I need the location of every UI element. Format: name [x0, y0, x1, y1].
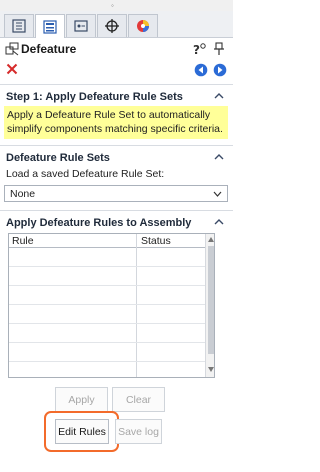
rules-grid[interactable]: Rule Status	[8, 233, 215, 378]
clear-button[interactable]: Clear	[112, 387, 165, 412]
table-row[interactable]	[9, 344, 205, 362]
section-title-step1: Step 1: Apply Defeature Rule Sets	[6, 91, 183, 103]
chevron-up-icon[interactable]	[214, 92, 224, 100]
panel-drag-handle[interactable]: ◦	[0, 0, 233, 11]
table-row[interactable]	[9, 325, 205, 343]
rule-set-dropdown[interactable]: None	[4, 185, 228, 202]
chevron-up-icon[interactable]	[214, 153, 224, 161]
svg-text:?: ?	[193, 43, 200, 56]
tab-property-manager[interactable]	[35, 14, 65, 38]
close-icon[interactable]	[6, 63, 18, 75]
scroll-down-icon[interactable]	[208, 367, 214, 372]
column-header-status[interactable]: Status	[141, 235, 171, 247]
section-divider	[0, 210, 233, 211]
property-manager-icon	[43, 19, 57, 34]
scroll-up-icon[interactable]	[208, 237, 214, 242]
table-row[interactable]	[9, 268, 205, 286]
tab-dimxpert-manager[interactable]	[97, 14, 127, 37]
table-row[interactable]	[9, 306, 205, 324]
tab-configuration-manager[interactable]	[66, 14, 96, 37]
grid-scrollbar[interactable]	[205, 234, 214, 377]
load-rule-set-label: Load a saved Defeature Rule Set:	[6, 168, 165, 180]
column-header-rule[interactable]: Rule	[12, 235, 34, 247]
configuration-icon	[74, 20, 88, 32]
edit-rules-button[interactable]: Edit Rules	[55, 419, 109, 444]
tab-display-manager[interactable]	[128, 14, 158, 37]
feature-tree-icon	[12, 19, 26, 33]
section-title-rule-sets: Defeature Rule Sets	[6, 152, 110, 164]
save-log-button[interactable]: Save log	[115, 419, 162, 444]
next-arrow-icon[interactable]	[213, 63, 227, 77]
back-arrow-icon[interactable]	[194, 63, 208, 77]
pushpin-icon[interactable]	[212, 42, 226, 56]
step1-description: Apply a Defeature Rule Set to automatica…	[4, 106, 228, 139]
section-divider	[0, 145, 233, 146]
manager-tabstrip	[0, 11, 233, 38]
tab-feature-manager[interactable]	[4, 14, 34, 37]
help-icon[interactable]: ?	[192, 42, 206, 56]
page-title: Defeature	[21, 42, 77, 56]
property-manager-title-row: Defeature ?	[0, 38, 233, 60]
section-header-rule-sets[interactable]: Defeature Rule Sets	[0, 148, 233, 168]
rule-set-selected-value: None	[10, 188, 36, 200]
property-manager-actions	[0, 60, 233, 80]
scroll-thumb[interactable]	[208, 246, 214, 354]
defeature-icon	[5, 42, 19, 56]
section-title-apply-rules: Apply Defeature Rules to Assembly	[6, 217, 192, 229]
table-row[interactable]	[9, 287, 205, 305]
apply-button[interactable]: Apply	[55, 387, 108, 412]
chevron-down-icon	[213, 191, 222, 197]
handle-grip-icon: ◦	[111, 1, 114, 10]
appearance-pie-icon	[137, 20, 149, 32]
section-header-step1[interactable]: Step 1: Apply Defeature Rule Sets	[0, 87, 233, 107]
section-divider	[0, 84, 233, 85]
table-row[interactable]	[9, 249, 205, 267]
chevron-up-icon[interactable]	[214, 218, 224, 226]
crosshair-icon	[105, 19, 119, 33]
rules-grid-header: Rule Status	[9, 234, 205, 248]
section-header-apply-rules[interactable]: Apply Defeature Rules to Assembly	[0, 213, 233, 233]
